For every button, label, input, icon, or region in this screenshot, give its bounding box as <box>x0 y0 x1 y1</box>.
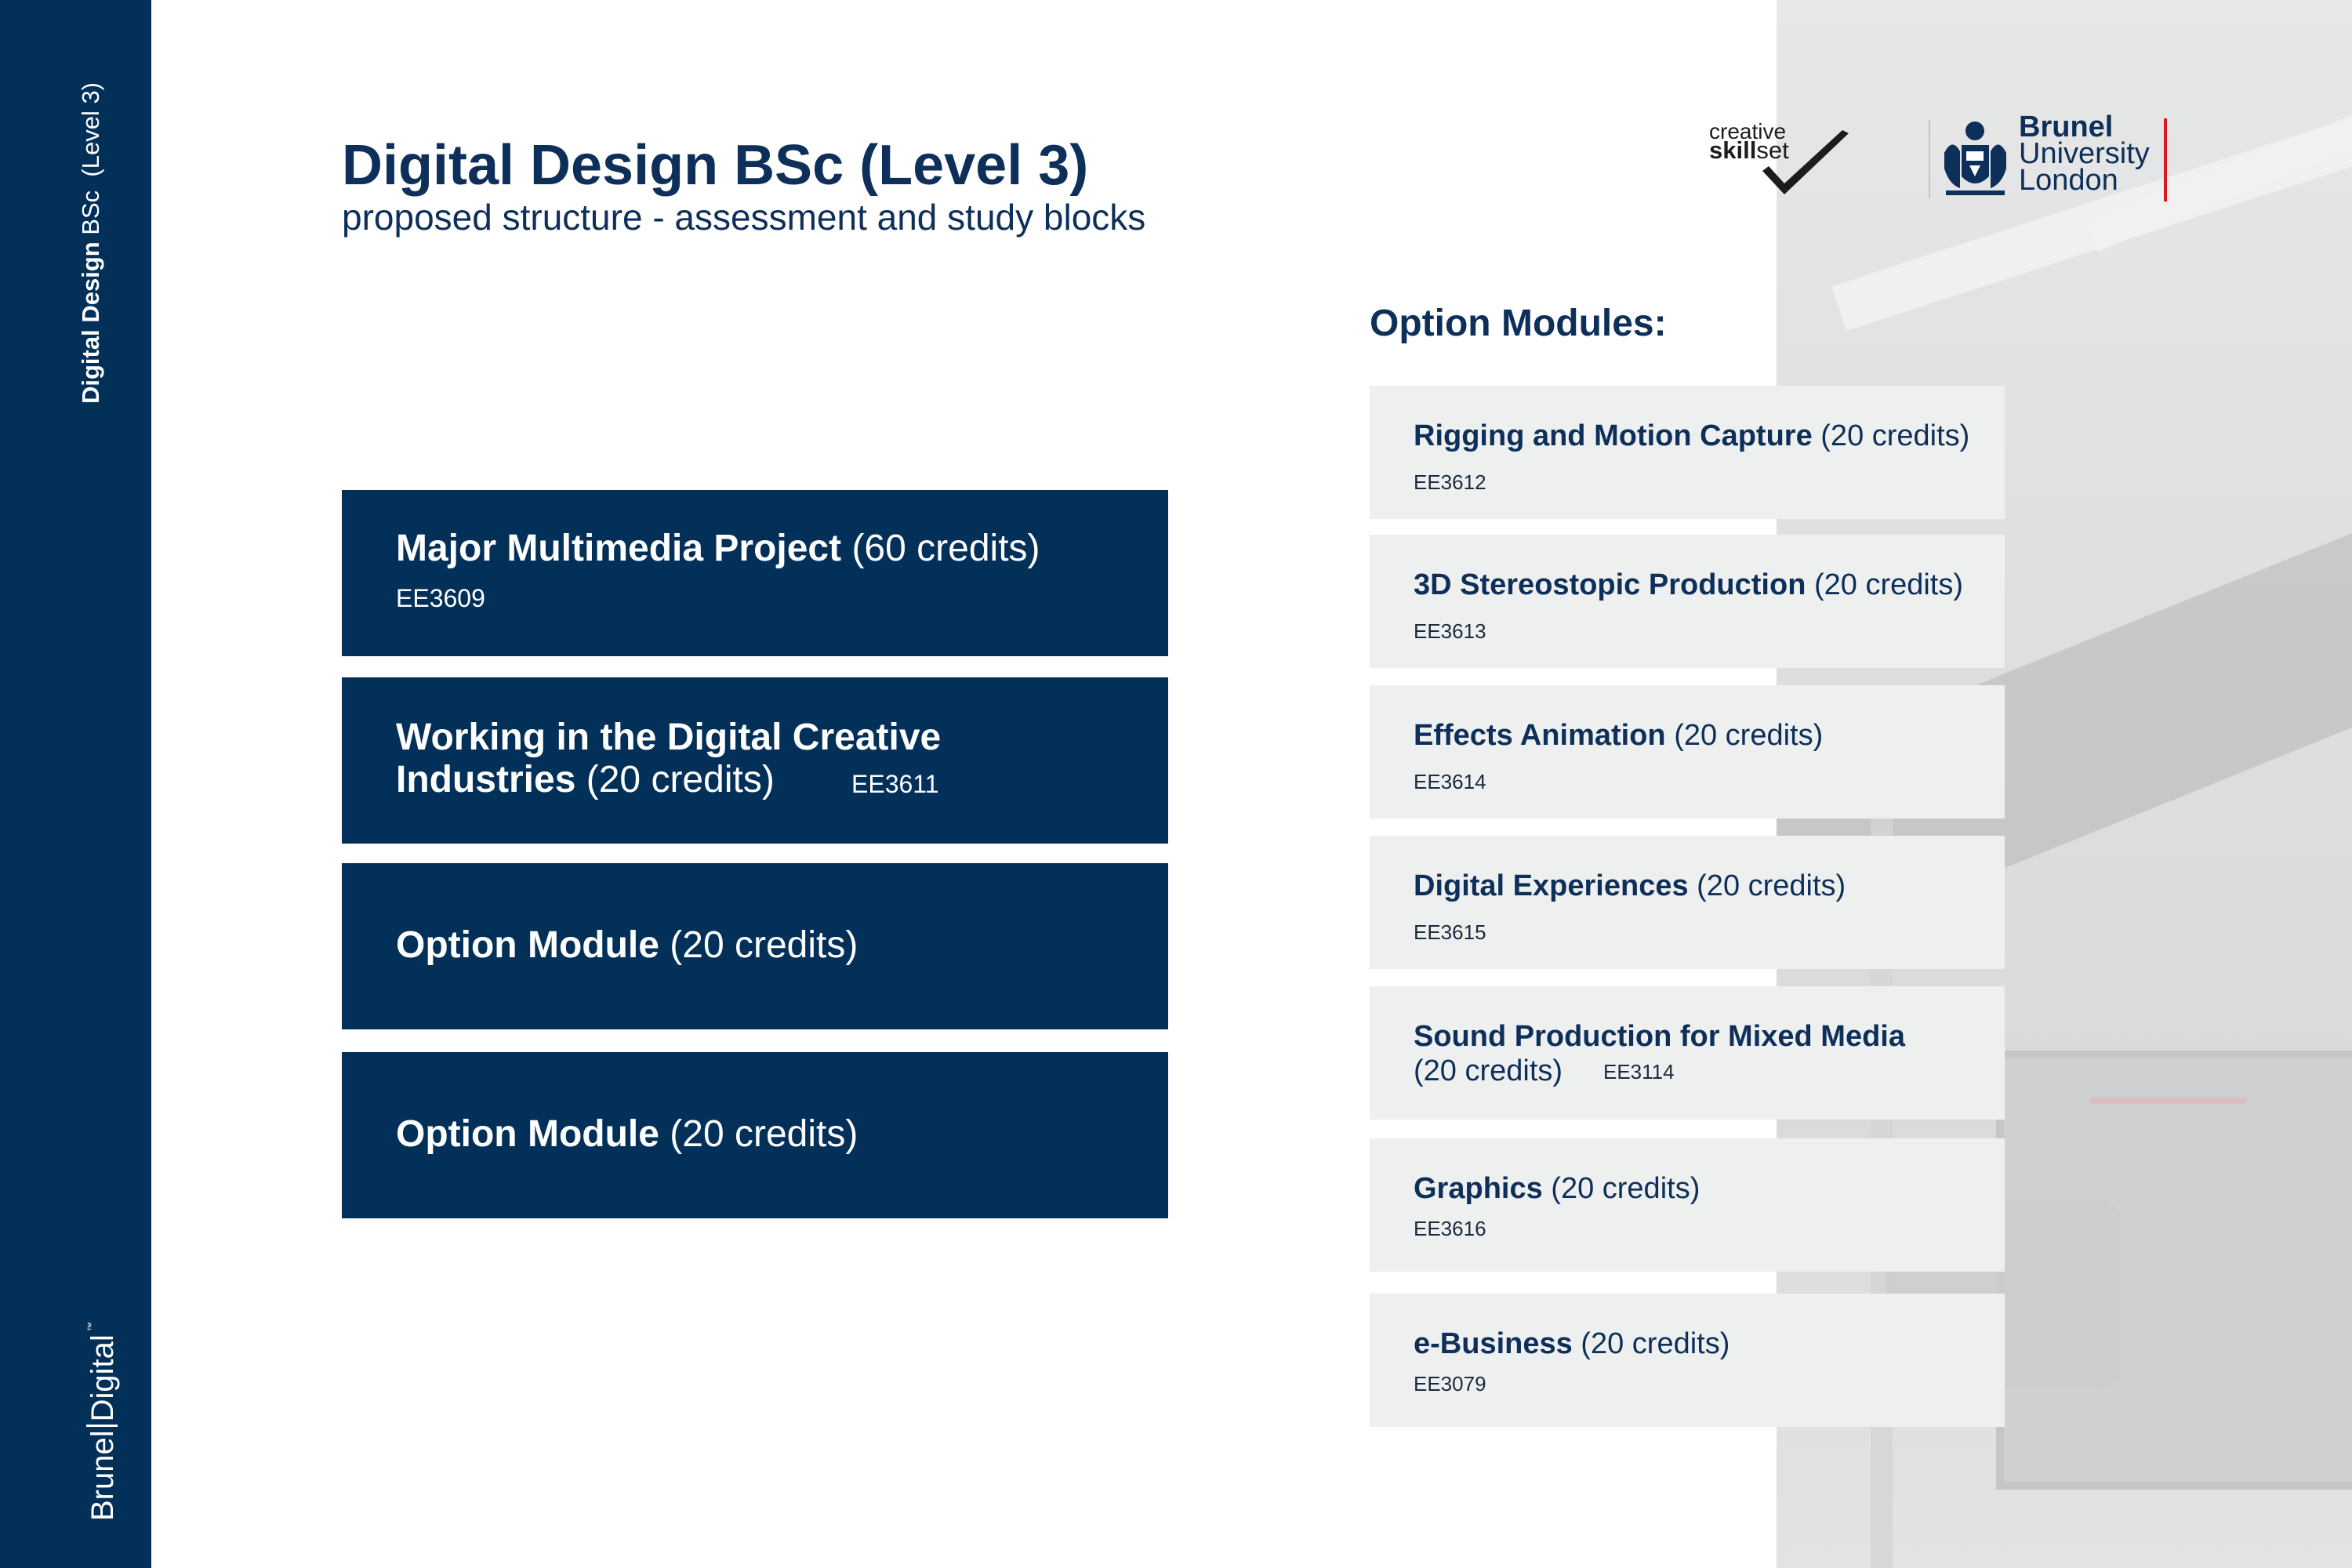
module-name-line2: Industries <box>396 759 576 800</box>
option-module-title: 3D Stereostopic Production (20 credits) <box>1414 568 1963 602</box>
brunel-line1: Brunel <box>2019 111 2114 143</box>
module-credits: (20 credits) <box>1414 1054 1563 1087</box>
option-module-title: Rigging and Motion Capture (20 credits) <box>1414 419 1969 453</box>
core-module-card: Working in the Digital Creative Industri… <box>342 677 1168 844</box>
module-name: Effects Animation <box>1414 719 1666 752</box>
skillset-bold: skill <box>1709 136 1757 164</box>
module-code: EE3613 <box>1414 619 1486 643</box>
brunel-university-logo: Brunel University London <box>1929 111 2167 208</box>
brand-trademark: ™ <box>85 1322 96 1332</box>
module-credits: (20 credits) <box>1542 1172 1700 1205</box>
brand-divider <box>86 1425 118 1428</box>
brunel-line3: London <box>2019 164 2118 197</box>
core-module-title: Major Multimedia Project (60 credits) <box>396 528 1040 570</box>
option-module-title: Digital Experiences (20 credits) <box>1414 869 1846 903</box>
module-name: Option Module <box>396 1113 659 1155</box>
module-credits: (20 credits) <box>1812 419 1970 452</box>
module-code: EE3609 <box>396 584 485 612</box>
sidebar-title-bold: Digital Design <box>77 241 104 404</box>
module-code: EE3616 <box>1414 1217 1486 1240</box>
brunel-red-bar <box>2164 118 2167 201</box>
brand-left: Brunel <box>85 1430 120 1521</box>
module-code: EE3114 <box>1603 1060 1675 1083</box>
module-name: Digital Experiences <box>1414 869 1689 902</box>
module-credits: (20 credits) <box>1688 869 1846 902</box>
core-module-title: Option Module (20 credits) <box>396 1113 858 1156</box>
module-credits: (20 credits) <box>659 1113 858 1155</box>
module-name: e-Business <box>1414 1327 1573 1360</box>
module-name-line1: Working in the Digital Creative <box>396 717 942 758</box>
module-code: EE3615 <box>1414 920 1486 944</box>
page-title: Digital Design BSc (Level 3) <box>342 134 1089 197</box>
module-credits: (20 credits) <box>659 924 858 966</box>
module-name: 3D Stereostopic Production <box>1414 568 1806 601</box>
option-module-card: Graphics (20 credits) EE3616 <box>1370 1138 2005 1272</box>
brunel-digital-logo: Brunel Digital ™ <box>85 1322 120 1521</box>
module-code: EE3611 <box>851 770 939 798</box>
module-name: Graphics <box>1414 1172 1543 1205</box>
option-module-title: e-Business (20 credits) <box>1414 1327 1730 1361</box>
module-name: Sound Production for Mixed Media <box>1414 1020 1905 1053</box>
creative-skillset-logo: creative skillset <box>1708 118 1857 204</box>
sidebar-title: Digital Design BSc (Level 3) <box>77 82 104 404</box>
module-code: EE3612 <box>1414 470 1486 494</box>
logo-rule <box>1929 120 1930 198</box>
module-credits: (20 credits) <box>575 759 775 800</box>
module-credits: (60 credits) <box>841 528 1040 569</box>
core-module-card: Option Module (20 credits) <box>342 1052 1168 1218</box>
core-module-title: Option Module (20 credits) <box>396 924 858 967</box>
module-code: EE3614 <box>1414 770 1486 793</box>
option-module-title: Effects Animation (20 credits) <box>1414 718 1823 753</box>
module-name: Major Multimedia Project <box>396 528 842 569</box>
module-code: EE3079 <box>1414 1372 1486 1396</box>
sidebar-title-rest: BSc (Level 3) <box>77 82 104 242</box>
brunel-line2: University <box>2019 137 2150 170</box>
sidebar: Digital Design BSc (Level 3) Brunel Digit… <box>0 0 151 1568</box>
option-module-card: Rigging and Motion Capture (20 credits) … <box>1370 386 2005 519</box>
crest-icon <box>1944 122 2006 195</box>
option-modules-heading: Option Modules: <box>1370 303 1667 344</box>
module-name: Rigging and Motion Capture <box>1414 419 1813 452</box>
option-module-card: Effects Animation (20 credits) EE3614 <box>1370 685 2005 818</box>
module-credits: (20 credits) <box>1572 1327 1730 1360</box>
option-module-title: Graphics (20 credits) <box>1414 1171 1700 1206</box>
option-module-card: 3D Stereostopic Production (20 credits) … <box>1370 535 2005 668</box>
checkmark-icon <box>1762 130 1849 194</box>
option-module-card: Sound Production for Mixed Media (20 cred… <box>1370 986 2005 1120</box>
photo-accent <box>2090 1098 2247 1104</box>
option-module-card: Digital Experiences (20 credits) EE3615 <box>1370 836 2005 969</box>
option-module-card: e-Business (20 credits) EE3079 <box>1370 1294 2005 1427</box>
brand-right: Digital <box>85 1334 120 1422</box>
module-credits: (20 credits) <box>1665 719 1824 752</box>
core-module-card: Major Multimedia Project (60 credits) EE… <box>342 490 1168 656</box>
page-subtitle: proposed structure - assessment and stud… <box>342 197 1146 238</box>
brunel-wordmark: Brunel University London <box>2019 111 2150 197</box>
module-name: Option Module <box>396 924 659 966</box>
module-credits: (20 credits) <box>1806 568 1964 601</box>
core-module-card: Option Module (20 credits) <box>342 863 1168 1029</box>
